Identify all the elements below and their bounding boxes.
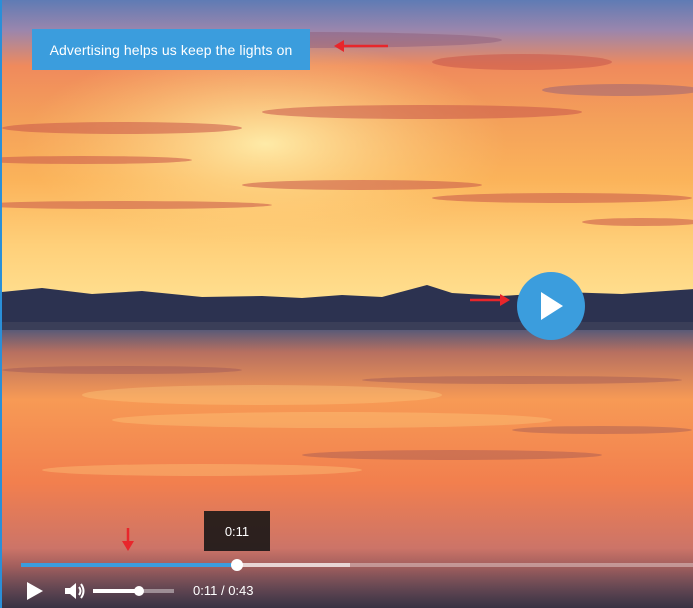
current-time: 0:11 — [193, 583, 218, 598]
volume-icon — [65, 583, 85, 599]
volume-slider[interactable] — [93, 586, 174, 596]
duration: 0:43 — [228, 583, 254, 598]
seek-bar[interactable] — [21, 559, 693, 571]
volume-level — [93, 589, 140, 593]
mute-button[interactable] — [64, 581, 86, 606]
annotation-arrow-right — [470, 294, 510, 306]
seek-time-tooltip: 0:11 — [204, 511, 270, 551]
advertising-banner[interactable]: Advertising helps us keep the lights on — [32, 29, 310, 70]
annotation-arrow-left — [334, 40, 388, 52]
time-separator: / — [217, 583, 229, 598]
big-play-button[interactable] — [517, 272, 585, 340]
video-frame-sunset — [2, 0, 693, 608]
video-player[interactable]: Advertising helps us keep the lights on … — [0, 0, 693, 608]
play-icon — [541, 292, 563, 320]
time-display: 0:11 / 0:43 — [193, 583, 254, 598]
seek-bar-played — [21, 563, 238, 567]
play-icon — [27, 582, 43, 600]
controls-bar — [2, 548, 693, 608]
play-button[interactable] — [26, 581, 44, 606]
